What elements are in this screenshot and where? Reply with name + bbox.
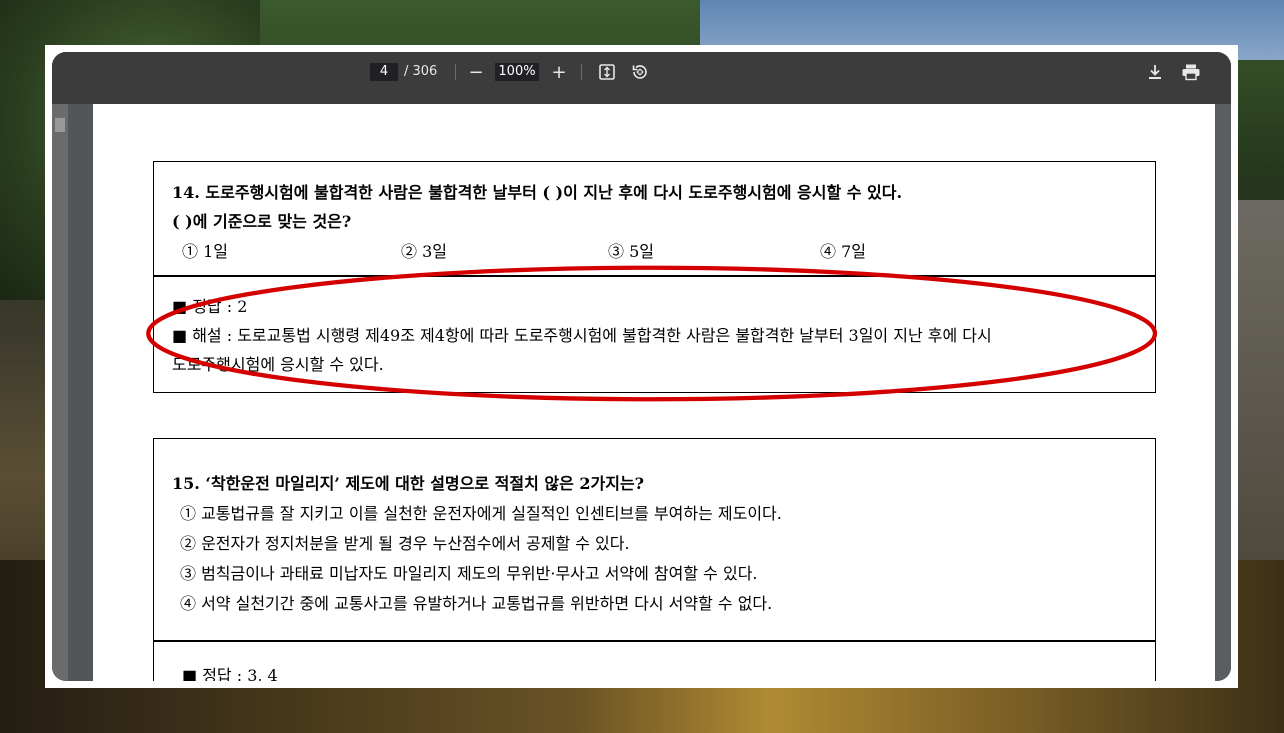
question-15-box: 15. ‘착한운전 마일리지’ 제도에 대한 설명으로 적절치 않은 2가지는?… [153, 438, 1156, 681]
question-15-title: 15. ‘착한운전 마일리지’ 제도에 대한 설명으로 적절치 않은 2가지는? [172, 474, 645, 493]
question-15-answer: ■ 정답 : 3, 4 [182, 666, 278, 681]
zoom-level-input[interactable]: 100% [495, 63, 539, 81]
left-scrollbar[interactable] [52, 104, 68, 681]
print-icon[interactable] [1179, 60, 1203, 84]
question-14-title-line2: ( )에 기준으로 맞는 것은? [172, 212, 352, 231]
right-scrollbar[interactable] [1215, 104, 1231, 681]
toolbar-divider [581, 64, 582, 80]
zoom-out-button[interactable]: − [464, 60, 488, 84]
rotate-icon[interactable] [628, 60, 652, 84]
fit-page-icon[interactable] [595, 60, 619, 84]
background-road-right [1238, 200, 1284, 560]
download-icon[interactable] [1143, 60, 1167, 84]
pdf-toolbar: 4 / 306 − 100% + [52, 52, 1231, 104]
question-14-title-line1: 14. 도로주행시험에 불합격한 사람은 불합격한 날부터 ( )이 지난 후에… [172, 183, 903, 202]
question-14-option-2: ② 3일 [401, 242, 447, 261]
zoom-in-button[interactable]: + [547, 60, 571, 84]
toolbar-divider [455, 64, 456, 80]
question-15-option-1: ① 교통법규를 잘 지키고 이를 실천한 운전자에게 실질적인 인센티브를 부여… [180, 504, 782, 523]
question-14-option-3: ③ 5일 [608, 242, 654, 261]
question-15-option-3: ③ 범칙금이나 과태료 미납자도 마일리지 제도의 무위반·무사고 서약에 참여… [180, 564, 758, 583]
page-total-label: / 306 [404, 64, 438, 79]
question-15-option-2: ② 운전자가 정지처분을 받게 될 경우 누산점수에서 공제할 수 있다. [180, 534, 630, 553]
question-14-option-4: ④ 7일 [820, 242, 866, 261]
scrollbar-thumb[interactable] [55, 118, 65, 132]
red-annotation-ellipse [146, 265, 1158, 402]
page-number-input[interactable]: 4 [370, 63, 398, 81]
question-15-divider [154, 640, 1155, 642]
question-14-option-1: ① 1일 [182, 242, 228, 261]
question-15-option-4: ④ 서약 실천기간 중에 교통사고를 유발하거나 교통법규를 위반하면 다시 서… [180, 594, 773, 613]
